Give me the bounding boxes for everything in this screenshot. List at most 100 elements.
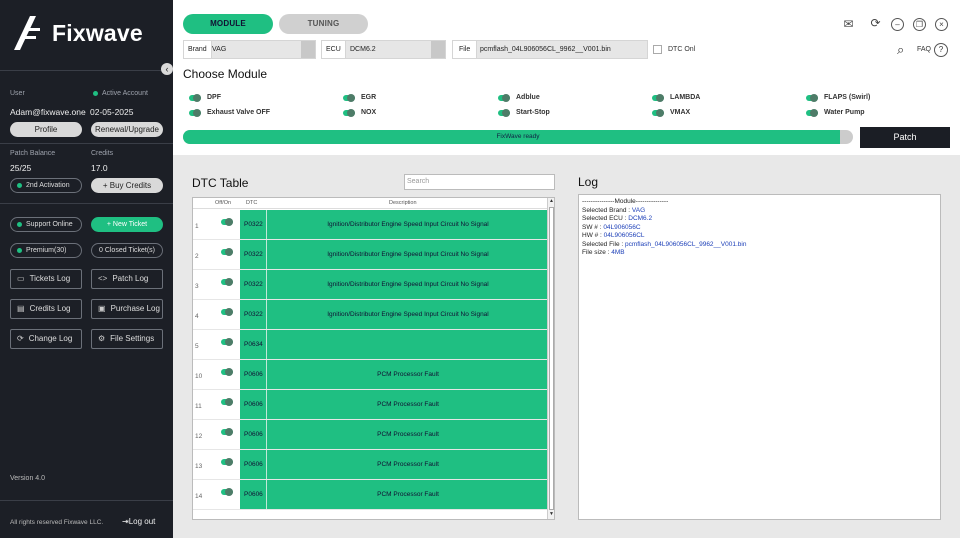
logout-button[interactable]: ⇥Log out <box>122 517 155 526</box>
profile-button[interactable]: Profile <box>10 122 82 137</box>
ecu-label: ECU <box>322 41 346 58</box>
toggle-switch-icon[interactable] <box>652 93 664 102</box>
close-icon[interactable]: × <box>935 18 948 31</box>
toggle-switch-icon[interactable] <box>652 108 664 117</box>
col-offon: Off/On <box>215 200 232 206</box>
toggle-switch-icon[interactable] <box>221 398 233 406</box>
dtc-row[interactable]: 2 P0322 Ignition/Distributor Engine Speed … <box>193 240 547 270</box>
col-dtc: DTC <box>246 200 258 206</box>
buy-credits-button[interactable]: + Buy Credits <box>91 178 163 193</box>
module-label: FLAPS (Swirl) <box>824 94 871 101</box>
app-logo: Fixwave <box>10 14 143 52</box>
purchase-log-button[interactable]: ▣ Purchase Log <box>91 299 163 319</box>
toggle-switch-icon[interactable] <box>221 338 233 346</box>
divider <box>0 143 173 144</box>
ecu-value: DCM6.2 <box>350 46 376 53</box>
dtc-row[interactable]: 5 P0634 <box>193 330 547 360</box>
tickets-log-button[interactable]: ▭ Tickets Log <box>10 269 82 289</box>
module-toggle[interactable]: EGR <box>343 93 377 102</box>
patch-button[interactable]: Patch <box>860 127 950 148</box>
module-toggle[interactable]: LAMBDA <box>652 93 700 102</box>
row-number: 10 <box>195 373 203 380</box>
refresh-icon[interactable]: ⟳ <box>869 17 882 31</box>
module-toggle[interactable]: DPF <box>189 93 221 102</box>
toggle-switch-icon[interactable] <box>343 108 355 117</box>
module-toggle[interactable]: FLAPS (Swirl) <box>806 93 871 102</box>
help-button[interactable]: ? <box>934 43 948 57</box>
toggle-switch-icon[interactable] <box>221 248 233 256</box>
brand-label: Brand <box>184 41 212 58</box>
credits-log-button[interactable]: ▤ Credits Log <box>10 299 82 319</box>
dtc-table-title: DTC Table <box>192 176 249 190</box>
toggle-switch-icon[interactable] <box>221 428 233 436</box>
module-label: Start-Stop <box>516 109 550 116</box>
row-number: 1 <box>195 223 199 230</box>
dtc-search-input[interactable]: Search <box>404 174 555 190</box>
collapse-sidebar-button[interactable]: ‹ <box>161 63 173 75</box>
restore-icon[interactable]: ❐ <box>913 18 926 31</box>
second-activation-button[interactable]: 2nd Activation <box>10 178 82 193</box>
module-label: EGR <box>361 94 377 101</box>
toggle-switch-icon[interactable] <box>498 93 510 102</box>
module-toggle[interactable]: NOX <box>343 108 376 117</box>
toggle-switch-icon[interactable] <box>189 93 201 102</box>
module-toggle[interactable]: Adblue <box>498 93 540 102</box>
dtc-row[interactable]: 1 P0322 Ignition/Distributor Engine Speed … <box>193 210 547 240</box>
dtc-row[interactable]: 14 P0606 PCM Processor Fault <box>193 480 547 510</box>
toggle-switch-icon[interactable] <box>221 218 233 226</box>
ecu-select[interactable]: ECU DCM6.2 <box>321 40 446 59</box>
faq-link[interactable]: FAQ <box>917 46 931 53</box>
closed-tickets-button[interactable]: 0 Closed Ticket(s) <box>91 243 163 258</box>
scroll-thumb[interactable] <box>549 207 554 510</box>
minimize-icon[interactable]: – <box>891 18 904 31</box>
new-ticket-button[interactable]: + New Ticket <box>91 217 163 232</box>
module-toggle[interactable]: Start-Stop <box>498 108 550 117</box>
row-number: 2 <box>195 253 199 260</box>
toggle-switch-icon[interactable] <box>221 308 233 316</box>
module-toggle[interactable]: Water Pump <box>806 108 865 117</box>
rights-label: All rights reserved Fixwave LLC. <box>10 519 104 526</box>
toggle-switch-icon[interactable] <box>221 488 233 496</box>
module-toggle[interactable]: VMAX <box>652 108 690 117</box>
toggle-switch-icon[interactable] <box>806 108 818 117</box>
scroll-up-icon[interactable]: ▲ <box>548 198 554 206</box>
divider <box>0 203 173 204</box>
dtc-only-checkbox[interactable] <box>653 45 662 54</box>
toggle-switch-icon[interactable] <box>221 278 233 286</box>
tab-module[interactable]: MODULE <box>183 14 273 34</box>
dtc-code: P0322 <box>241 240 267 269</box>
file-settings-button[interactable]: ⚙ File Settings <box>91 329 163 349</box>
dtc-row[interactable]: 4 P0322 Ignition/Distributor Engine Speed … <box>193 300 547 330</box>
toggle-switch-icon[interactable] <box>221 458 233 466</box>
module-toggle[interactable]: Exhaust Valve OFF <box>189 108 270 117</box>
toggle-switch-icon[interactable] <box>806 93 818 102</box>
dtc-row[interactable]: 11 P0606 PCM Processor Fault <box>193 390 547 420</box>
toggle-switch-icon[interactable] <box>343 93 355 102</box>
log-line: File size : 4MB <box>582 249 625 256</box>
renewal-upgrade-button[interactable]: Renewal/Upgrade <box>91 122 163 137</box>
tab-tuning[interactable]: TUNING <box>279 14 368 34</box>
file-field[interactable]: File pcmflash_04L906056CL_9962__V001.bin <box>452 40 648 59</box>
toggle-switch-icon[interactable] <box>221 368 233 376</box>
change-log-button[interactable]: ⟳ Change Log <box>10 329 82 349</box>
sidebar: Fixwave ‹ User Active Account Adam@fixwa… <box>0 0 173 538</box>
dtc-scrollbar[interactable]: ▲ ▼ <box>547 198 554 519</box>
brand-select[interactable]: Brand VAG <box>183 40 316 59</box>
dtc-description: Ignition/Distributor Engine Speed Input … <box>327 221 489 228</box>
scroll-down-icon[interactable]: ▼ <box>548 511 554 519</box>
status-dot-icon <box>17 247 22 253</box>
patch-log-button[interactable]: <> Patch Log <box>91 269 163 289</box>
row-number: 12 <box>195 433 203 440</box>
dropdown-arrow-icon <box>431 41 445 58</box>
app-name: Fixwave <box>52 19 143 46</box>
dtc-row[interactable]: 3 P0322 Ignition/Distributor Engine Speed … <box>193 270 547 300</box>
toggle-switch-icon[interactable] <box>189 108 201 117</box>
mail-icon[interactable]: ✉ <box>842 18 855 31</box>
dtc-row[interactable]: 12 P0606 PCM Processor Fault <box>193 420 547 450</box>
search-icon[interactable]: ⌕ <box>897 42 904 58</box>
log-line: HW # : 04L906056CL <box>582 232 645 239</box>
dtc-description: PCM Processor Fault <box>377 461 439 468</box>
dtc-row[interactable]: 10 P0606 PCM Processor Fault <box>193 360 547 390</box>
toggle-switch-icon[interactable] <box>498 108 510 117</box>
dtc-row[interactable]: 13 P0606 PCM Processor Fault <box>193 450 547 480</box>
